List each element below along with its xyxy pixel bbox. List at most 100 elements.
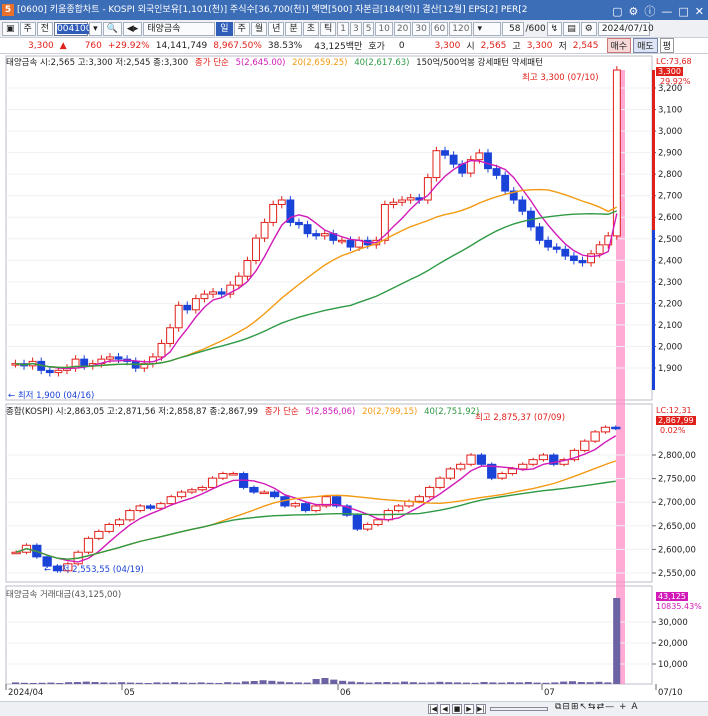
amount-bar [409,682,417,684]
kospi-axis-label: 2,700,00 [658,498,696,508]
right-last3: 43,125 [656,592,688,601]
kospi-candle [156,503,166,509]
scrollbar-track[interactable] [490,707,548,711]
price-up-range [652,70,655,230]
kospi-candle [445,468,456,479]
kospi-candle [259,491,269,495]
amount-bar [577,682,585,684]
first-icon[interactable]: |◀ [428,704,438,714]
price-axis-label: 2,800 [658,170,682,180]
legend-kospi-title: 종합(KOSPI) 시:2,863,05 고:2,871,56 저:2,858,… [6,407,259,417]
price-axis-label: 1,900 [658,364,682,374]
kospi-candle [187,489,197,493]
amount-bar [515,682,523,684]
price-candle [320,233,329,237]
amount-bar [471,682,479,684]
amount-axis-label: 30,000 [658,618,688,628]
panel-frame-3 [5,585,653,685]
price-candle [441,150,449,156]
amount-bar [418,682,426,684]
kospi-candle [497,473,507,479]
right-last2: 2,867,99 [656,416,696,425]
amount-bar [445,682,453,684]
price-ma5-line [15,159,618,370]
price-axis-label: 3,100 [658,106,682,116]
price-candle [475,152,484,161]
kospi-candle [373,519,383,525]
price-candle [492,168,501,176]
stop-icon[interactable]: ■ [452,704,462,714]
price-candle [183,304,192,311]
kospi-candle [528,459,538,465]
amount-bar [383,682,391,684]
amount-bar [321,678,329,684]
amount-bar [560,681,568,684]
xaxis-label: 05 [124,688,135,698]
kospi-candle [538,454,549,461]
kospi-candle [611,426,621,430]
price-axis-label: 3,000 [658,127,682,137]
xaxis-label: 07 [544,688,555,698]
amount-bar [12,682,20,684]
price-candle [217,291,226,295]
amount-bar [188,682,196,684]
price-axis-label: 2,600 [658,213,682,223]
amount-bar [330,679,338,684]
kospi-candle [352,514,362,530]
price-legend: 태양금속 시:2,565 고:3,300 저:2,545 종:3,300 종가 … [6,56,547,68]
amount-bar [312,679,320,684]
kospi-candle [94,530,104,539]
price-candle [45,369,54,374]
price-candle [106,356,114,360]
prev-icon[interactable]: ◀ [440,704,450,714]
price-candle [80,358,89,367]
amount-bar [347,681,356,684]
amount-bar [82,681,90,684]
kospi-candle [11,551,21,555]
kospi-axis-label: 2,550,00 [658,569,696,579]
price-candle [337,239,346,243]
price-candle [252,237,260,262]
amount-legend: 태양금속 거래대금(43,125,00) [6,588,125,600]
amount-bar [480,682,488,684]
next-icon[interactable]: ▶ [464,704,474,714]
kospi-ma40-line [15,480,616,560]
price-axis-label: 2,900 [658,149,682,159]
amount-bar [604,682,612,684]
amount-bar [109,682,117,684]
amount-bar [206,682,214,684]
panel-frame-1 [5,55,653,401]
kospi-candle [145,505,156,509]
kospi-candle [580,440,590,451]
last-icon[interactable]: ▶| [476,704,486,714]
price-candle [114,356,123,360]
price-candle [449,154,458,165]
kospi-axis-label: 2,750,00 [658,475,696,485]
price-candle [174,304,183,329]
kospi-candle [466,454,476,465]
amount-bar [126,682,134,684]
amount-bar [374,682,382,684]
legend-ma-label: 종가 단순 [194,58,229,68]
amount-bar [38,682,46,684]
amount-bar [233,682,241,684]
amount-bar [524,682,532,684]
price-ma20-line [15,188,618,369]
kospi-candle [435,477,445,488]
zoom-controls[interactable]: ⧉⊟⊞↖⇆⇄— + A [555,702,639,712]
amount-bar [568,681,577,684]
price-down-range [652,230,655,390]
kospi-candle [363,523,373,530]
amount-bar [356,682,364,684]
kospi-candle [207,477,218,488]
kospi-candle [197,486,207,491]
kospi-candle [414,496,424,502]
price-candle [432,150,441,179]
price-candle [166,327,175,344]
chart-canvas[interactable]: 3,2003,1003,0002,9002,8002,7002,6002,500… [0,0,708,716]
amount-bar [73,682,81,684]
kospi-candle [590,431,600,442]
price-candle [518,199,527,212]
scroll-controls: |◀ ◀ ■ ▶ ▶| [428,704,486,714]
kospi-candle [518,463,528,470]
